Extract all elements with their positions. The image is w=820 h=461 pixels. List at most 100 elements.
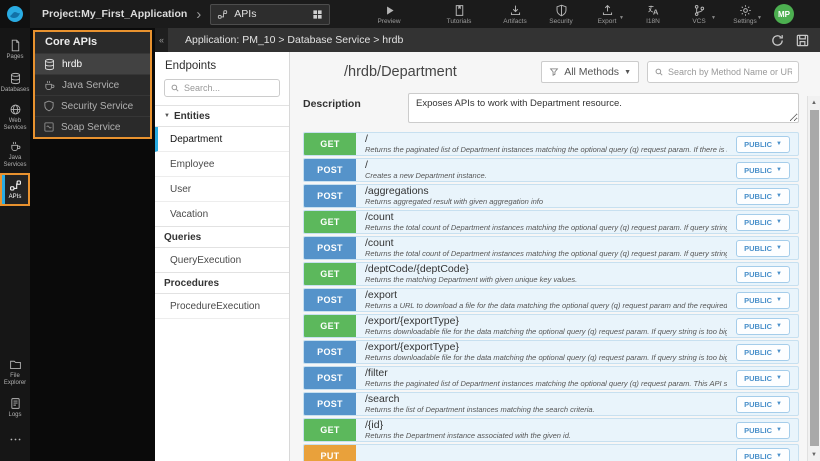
sidebar-item-java-services[interactable]: Java Services: [0, 136, 30, 173]
access-dropdown[interactable]: PUBLIC ▼: [736, 239, 790, 257]
api-row[interactable]: POST/export/{exportType} Returns download…: [303, 340, 799, 364]
api-row[interactable]: GET/deptCode/{deptCode} Returns the match…: [303, 262, 799, 286]
sidebar-item-web-services[interactable]: Web Services: [0, 99, 30, 136]
api-row[interactable]: GET / Returns the paginated list of Depart…: [303, 132, 799, 156]
access-dropdown[interactable]: PUBLIC ▼: [736, 447, 790, 461]
sidebar-item-pages[interactable]: Pages: [0, 33, 30, 66]
endpoint-path: /export/{exportType}: [365, 316, 459, 327]
access-dropdown[interactable]: PUBLIC ▼: [736, 421, 790, 439]
topbar-i18n-button[interactable]: A I18N: [632, 4, 674, 25]
topbar-tutorials-button[interactable]: Tutorials: [438, 0, 480, 28]
endpoint-item-user[interactable]: User: [155, 177, 289, 202]
sidebar-item-apis[interactable]: APIs: [0, 172, 30, 207]
access-label: PUBLIC: [744, 243, 773, 253]
core-api-item-java-service[interactable]: Java Service: [35, 74, 150, 95]
api-row[interactable]: GET/export/{exportType} Returns downloada…: [303, 314, 799, 338]
method-search-input[interactable]: [668, 67, 792, 77]
description-label: Description: [303, 98, 361, 110]
api-row[interactable]: PUT PUBLIC ▼: [303, 444, 799, 461]
core-apis-title: Core APIs: [45, 36, 98, 48]
caret-down-icon: ▼: [776, 349, 782, 355]
i18n-translate-icon: A: [647, 4, 660, 17]
sidebar-item-more[interactable]: [0, 424, 30, 457]
page-title: /hrdb/Department: [344, 64, 457, 80]
tutorials-icon: [453, 4, 466, 17]
endpoint-item-procedureexecution[interactable]: ProcedureExecution: [155, 294, 289, 319]
endpoint-info: / Creates a new Department instance.: [356, 159, 736, 181]
method-search: [647, 61, 799, 83]
api-row[interactable]: POST/aggregations Returns aggregated resu…: [303, 184, 799, 208]
user-avatar[interactable]: MP: [774, 4, 794, 24]
topbar-item-label: VCS: [692, 17, 706, 25]
access-dropdown[interactable]: PUBLIC ▼: [736, 213, 790, 231]
sidebar-item-logs[interactable]: Logs: [0, 391, 30, 424]
endpoint-description: Returns downloadable file for the data m…: [365, 353, 727, 362]
core-api-item-soap-service[interactable]: Soap Service: [35, 116, 150, 137]
api-row[interactable]: GET/{id} Returns the Department instance …: [303, 418, 799, 442]
access-dropdown[interactable]: PUBLIC ▼: [736, 317, 790, 335]
folder-icon: [9, 358, 22, 371]
api-row[interactable]: POST/count Returns the total count of Dep…: [303, 236, 799, 260]
endpoint-path: /: [365, 160, 368, 171]
endpoints-search-input[interactable]: [184, 83, 274, 93]
access-dropdown[interactable]: PUBLIC ▼: [736, 343, 790, 361]
logs-icon: [9, 397, 22, 410]
topbar-export-button[interactable]: Export ▼: [586, 4, 628, 25]
access-label: PUBLIC: [744, 217, 773, 227]
access-dropdown[interactable]: PUBLIC ▼: [736, 291, 790, 309]
api-row[interactable]: POST / Creates a new Department instance. P…: [303, 158, 799, 182]
caret-down-icon: ▼: [624, 68, 631, 76]
topbar-vcs-button[interactable]: VCS ▼: [678, 4, 720, 25]
api-icon: [217, 9, 228, 20]
endpoint-description: Returns aggregated result with given agg…: [365, 197, 544, 206]
breadcrumb-actions: [770, 33, 820, 48]
endpoint-path: /filter: [365, 368, 388, 379]
endpoint-item-department[interactable]: Department: [155, 127, 289, 152]
workspace-selector[interactable]: APIs: [210, 3, 331, 25]
vertical-scrollbar[interactable]: ▲ ▼: [807, 96, 820, 461]
api-row[interactable]: GET/count Returns the total count of Depa…: [303, 210, 799, 234]
endpoint-item-employee[interactable]: Employee: [155, 152, 289, 177]
core-api-item-security-service[interactable]: Security Service: [35, 95, 150, 116]
section-header-procedures[interactable]: Procedures: [155, 272, 289, 294]
sidebar-item-file-explorer[interactable]: File Explorer: [0, 354, 30, 391]
endpoint-description: Returns a URL to download a file for the…: [365, 301, 728, 310]
topbar-settings-button[interactable]: Settings ▼: [724, 4, 766, 25]
section-header-entities[interactable]: ▼ Entities: [155, 105, 289, 127]
main-panel: /hrdb/Department All Methods ▼ Search by…: [290, 52, 820, 461]
topbar-item-label: Tutorials: [446, 17, 472, 25]
sidebar-item-label: Pages: [6, 53, 24, 60]
refresh-button[interactable]: [770, 33, 785, 48]
methods-filter-dropdown[interactable]: All Methods ▼: [541, 61, 639, 83]
topbar-item-label: I18N: [646, 17, 660, 25]
collapse-panel-button[interactable]: «: [155, 28, 168, 52]
endpoint-item-queryexecution[interactable]: QueryExecution: [155, 248, 289, 273]
access-dropdown[interactable]: PUBLIC ▼: [736, 395, 790, 413]
endpoint-info: /search Returns the list of Department in…: [356, 393, 736, 415]
topbar-preview-button[interactable]: Preview: [368, 0, 410, 28]
core-api-item-label: Security Service: [61, 100, 134, 112]
scroll-down-arrow[interactable]: ▼: [808, 448, 820, 461]
topbar-artifacts-button[interactable]: Artifacts: [494, 4, 536, 25]
description-input[interactable]: Exposes APIs to work with Department res…: [408, 93, 799, 123]
topbar-item-label: Settings: [733, 17, 757, 25]
wavemaker-logo[interactable]: [0, 0, 30, 28]
api-row[interactable]: POST/export Returns a URL to download a f…: [303, 288, 799, 312]
section-label: Procedures: [164, 277, 220, 289]
core-api-item-hrdb[interactable]: hrdb: [35, 53, 150, 74]
section-header-queries[interactable]: Queries: [155, 226, 289, 248]
access-dropdown[interactable]: PUBLIC ▼: [736, 135, 790, 153]
access-dropdown[interactable]: PUBLIC ▼: [736, 161, 790, 179]
api-row[interactable]: POST/search Returns the list of Departmen…: [303, 392, 799, 416]
scroll-up-arrow[interactable]: ▲: [808, 96, 820, 109]
scrollbar-thumb[interactable]: [809, 110, 819, 446]
topbar-security-button[interactable]: Security: [540, 4, 582, 25]
access-dropdown[interactable]: PUBLIC ▼: [736, 187, 790, 205]
save-button[interactable]: [795, 33, 810, 48]
api-row[interactable]: POST/filter Returns the paginated list of…: [303, 366, 799, 390]
access-dropdown[interactable]: PUBLIC ▼: [736, 265, 790, 283]
sidebar-item-databases[interactable]: Databases: [0, 66, 30, 99]
access-dropdown[interactable]: PUBLIC ▼: [736, 369, 790, 387]
endpoint-item-vacation[interactable]: Vacation: [155, 202, 289, 227]
endpoint-path: /export/{exportType}: [365, 342, 459, 353]
